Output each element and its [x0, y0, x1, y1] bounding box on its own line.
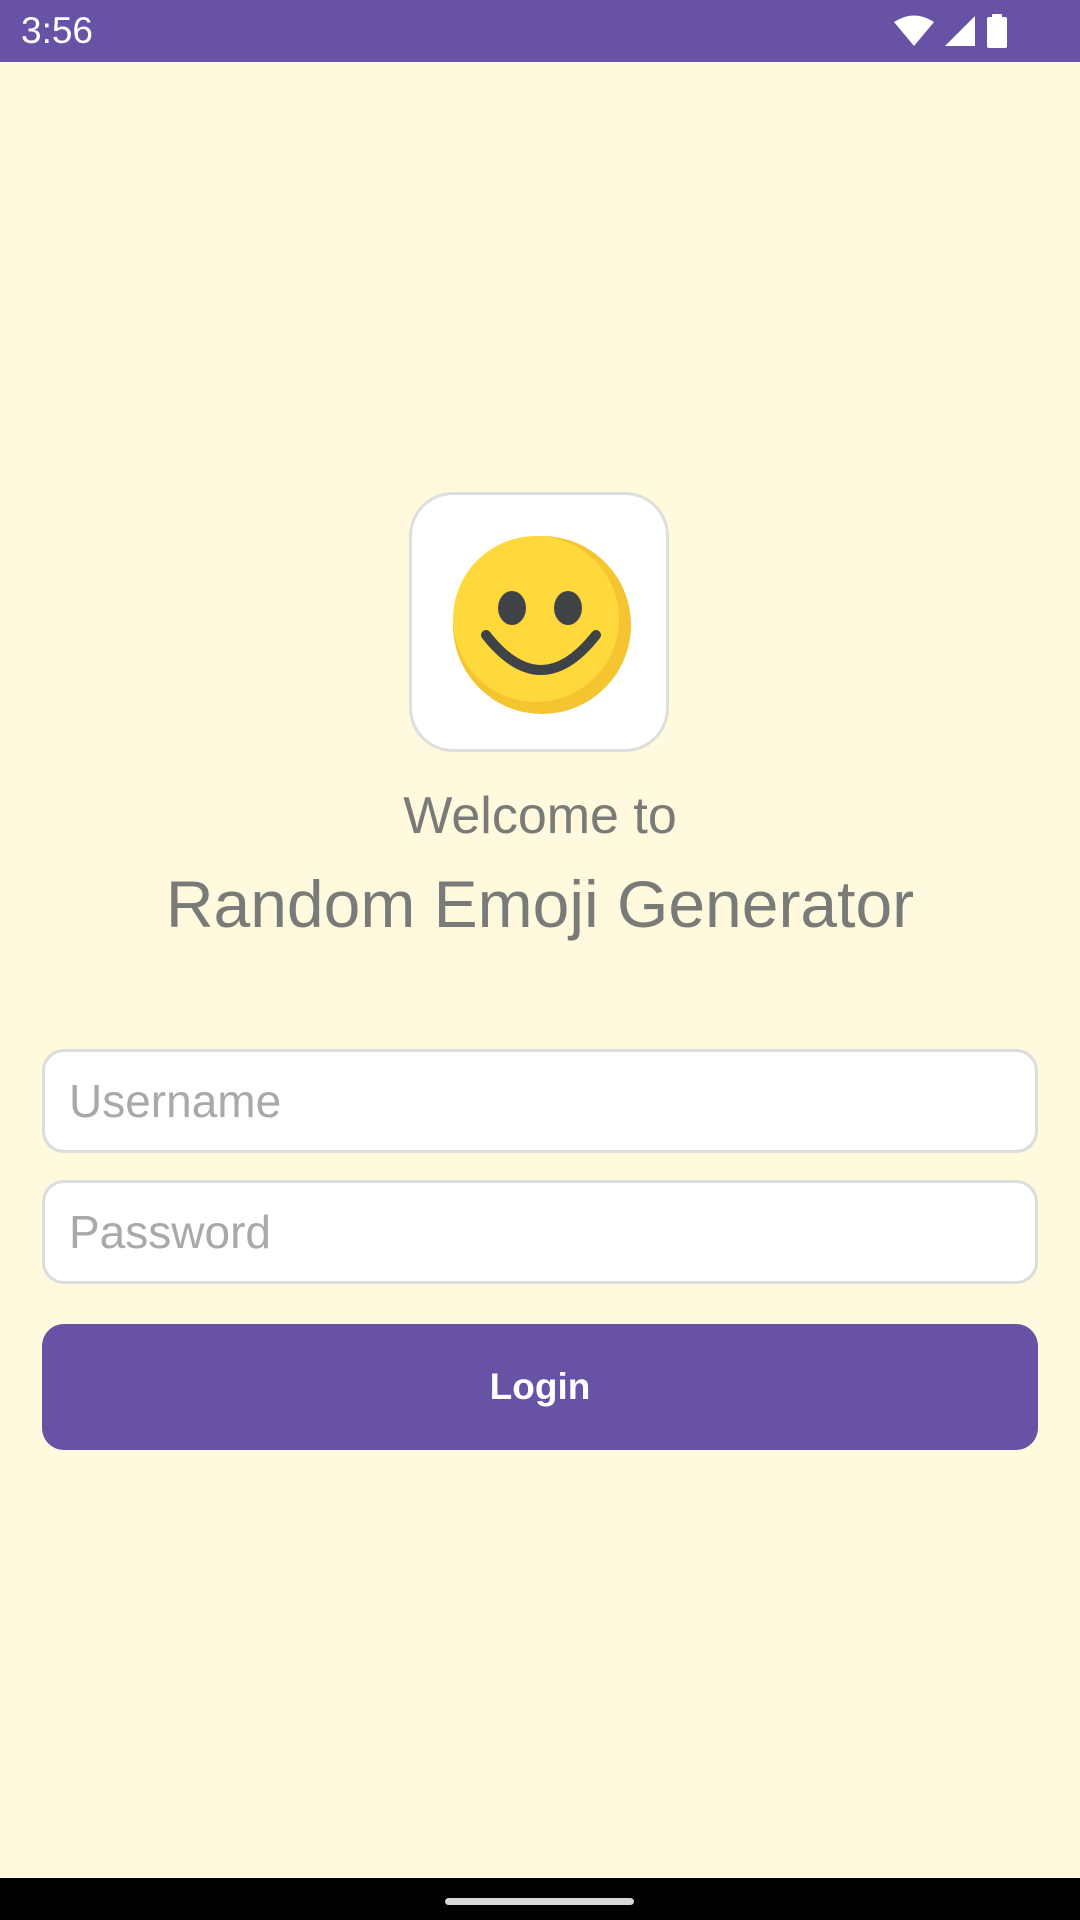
- status-bar: 3:56: [0, 0, 1080, 62]
- smiley-face-icon: [453, 536, 631, 714]
- status-time: 3:56: [21, 10, 94, 51]
- app-logo: [409, 492, 669, 752]
- home-gesture-handle[interactable]: [445, 1898, 634, 1905]
- battery-icon: [986, 14, 1008, 48]
- password-input[interactable]: [42, 1180, 1038, 1284]
- signal-icon: [944, 15, 976, 47]
- welcome-text: Welcome to: [403, 787, 677, 845]
- wifi-icon: [894, 15, 934, 47]
- navigation-bar: [0, 1878, 1080, 1920]
- status-icons: [894, 14, 1008, 48]
- app-title: Random Emoji Generator: [165, 867, 915, 941]
- username-input[interactable]: [42, 1049, 1038, 1153]
- login-button[interactable]: Login: [42, 1324, 1038, 1450]
